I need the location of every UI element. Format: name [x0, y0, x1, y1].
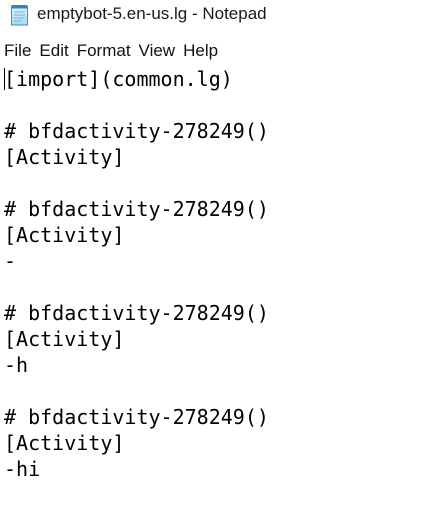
notepad-window: emptybot-5.en-us.lg - Notepad File Edit … [0, 0, 434, 505]
editor-line: -hi [4, 457, 41, 481]
editor-line: # bfdactivity-278249() [4, 197, 269, 221]
editor-line: [Activity] [4, 145, 125, 169]
editor-line: - [4, 249, 17, 273]
editor-line: [Activity] [4, 327, 125, 351]
notepad-icon [10, 4, 29, 26]
menu-help[interactable]: Help [179, 39, 222, 63]
menu-format[interactable]: Format [73, 39, 135, 63]
text-editor[interactable]: [import](common.lg) # bfdactivity-278249… [0, 64, 434, 505]
menu-file[interactable]: File [0, 39, 35, 63]
editor-line: # bfdactivity-278249() [4, 119, 269, 143]
editor-line: [import](common.lg) [4, 67, 233, 91]
editor-line: -h [4, 353, 29, 377]
editor-line: # bfdactivity-278249() [4, 301, 269, 325]
menu-bar: File Edit Format View Help [0, 38, 434, 65]
text-caret [4, 68, 5, 90]
menu-edit[interactable]: Edit [35, 39, 72, 63]
editor-line: # bfdactivity-278249() [4, 405, 269, 429]
window-title: emptybot-5.en-us.lg - Notepad [37, 4, 267, 23]
menu-view[interactable]: View [135, 39, 180, 63]
editor-line: [Activity] [4, 431, 125, 455]
title-bar: emptybot-5.en-us.lg - Notepad [0, 0, 434, 30]
editor-line: [Activity] [4, 223, 125, 247]
